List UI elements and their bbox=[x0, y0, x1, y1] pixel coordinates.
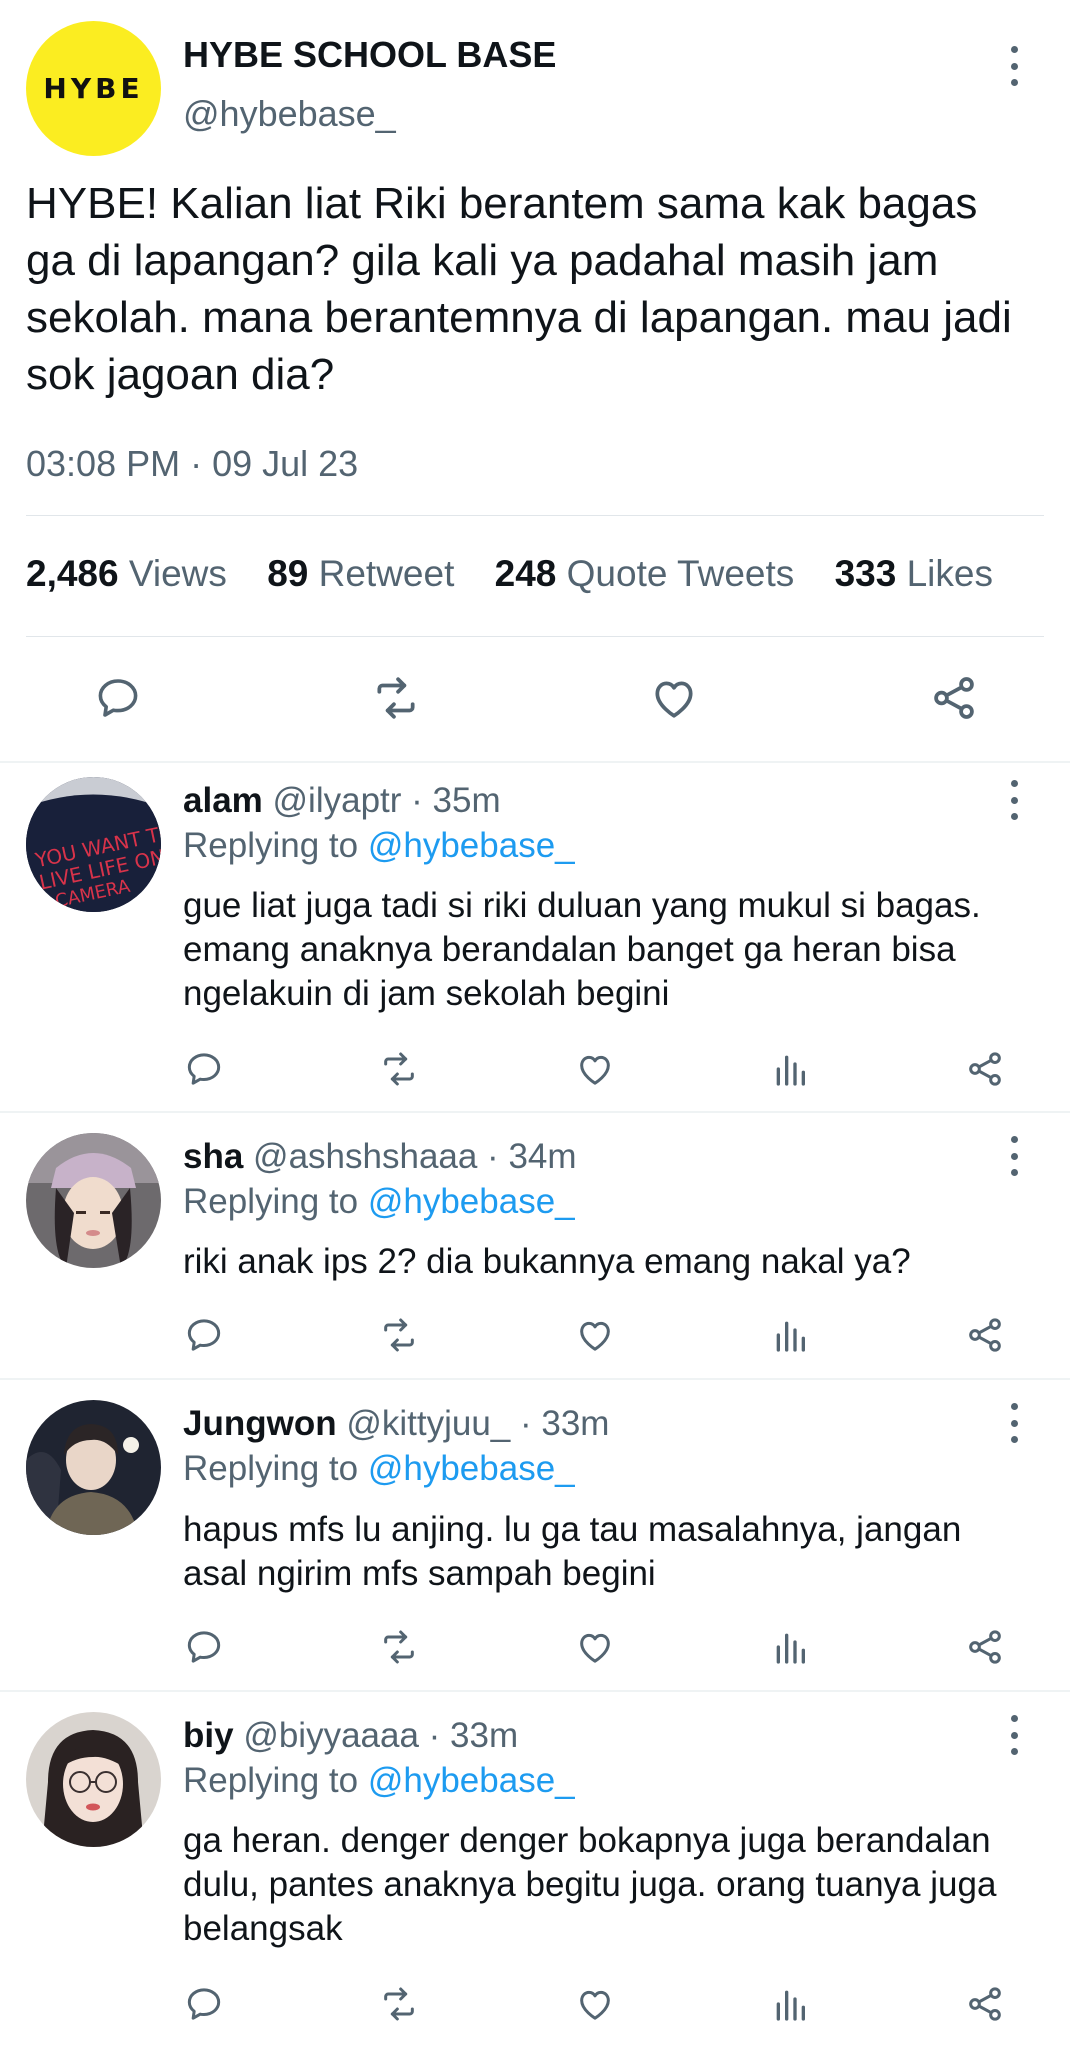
author-name[interactable]: HYBE SCHOOL BASE bbox=[183, 34, 556, 76]
heart-icon[interactable] bbox=[572, 1982, 618, 2026]
quotes-stat[interactable]: 248 Quote Tweets bbox=[495, 553, 795, 594]
views-stat[interactable]: 2,486 Views bbox=[26, 553, 227, 594]
replying-to-label: Replying to bbox=[183, 1761, 359, 1800]
divider bbox=[0, 1378, 1070, 1380]
mention-link[interactable]: @hybebase_ bbox=[368, 1761, 575, 1800]
reply-header: alam @ilyaptr · 35m bbox=[183, 781, 501, 821]
reply-header: biy @biyyaaaa · 33m bbox=[183, 1716, 518, 1756]
author-handle[interactable]: @hybebase_ bbox=[183, 93, 396, 135]
divider bbox=[0, 761, 1070, 763]
analytics-icon[interactable] bbox=[767, 1982, 813, 2026]
more-vertical-icon[interactable] bbox=[1004, 1403, 1024, 1443]
more-vertical-icon[interactable] bbox=[1004, 1136, 1024, 1176]
likes-stat[interactable]: 333 Likes bbox=[835, 553, 993, 594]
reply-author-name[interactable]: biy bbox=[183, 1716, 234, 1755]
mention-link[interactable]: @hybebase_ bbox=[368, 1182, 575, 1221]
reply-text: ga heran. denger denger bokapnya juga be… bbox=[183, 1821, 997, 1948]
share-icon[interactable] bbox=[962, 1625, 1008, 1669]
more-vertical-icon[interactable] bbox=[1004, 1715, 1024, 1755]
tweet-stats: 2,486 Views 89 Retweet 248 Quote Tweets … bbox=[26, 553, 993, 595]
reply-meta: @biyyaaaa · 33m bbox=[243, 1716, 519, 1755]
reply-text: gue liat juga tadi si riki duluan yang m… bbox=[183, 886, 981, 1013]
heart-icon[interactable] bbox=[572, 1625, 618, 1669]
retweet-icon[interactable] bbox=[374, 1982, 424, 2026]
reply-meta: @kittyjuu_ · 33m bbox=[346, 1404, 610, 1443]
retweet-icon[interactable] bbox=[374, 1625, 424, 1669]
retweet-icon[interactable] bbox=[374, 1047, 424, 1091]
avatar-logo-text: HYBE bbox=[43, 72, 144, 105]
mention-link[interactable]: @hybebase_ bbox=[368, 826, 575, 865]
reply-header: Jungwon @kittyjuu_ · 33m bbox=[183, 1404, 609, 1444]
share-icon[interactable] bbox=[962, 1982, 1008, 2026]
reply-author-name[interactable]: alam bbox=[183, 781, 263, 820]
replying-to-label: Replying to bbox=[183, 1182, 359, 1221]
reply-icon[interactable] bbox=[181, 1313, 227, 1357]
reply-icon[interactable] bbox=[181, 1047, 227, 1091]
retweet-icon[interactable] bbox=[364, 673, 428, 723]
reply-icon[interactable] bbox=[88, 673, 148, 723]
replying-to: Replying to @hybebase_ bbox=[183, 1182, 575, 1222]
replying-to: Replying to @hybebase_ bbox=[183, 826, 575, 866]
tweet-timestamp[interactable]: 03:08 PM · 09 Jul 23 bbox=[26, 443, 358, 485]
reply-text: riki anak ips 2? dia bukannya emang naka… bbox=[183, 1242, 911, 1281]
divider bbox=[0, 1690, 1070, 1692]
heart-icon[interactable] bbox=[572, 1313, 618, 1357]
share-icon[interactable] bbox=[962, 1047, 1008, 1091]
analytics-icon[interactable] bbox=[767, 1625, 813, 1669]
reply-icon[interactable] bbox=[181, 1982, 227, 2026]
more-vertical-icon[interactable] bbox=[1004, 780, 1024, 820]
avatar[interactable]: YOU WANT TO LIVE LIFE ON CAMERA bbox=[26, 777, 161, 912]
reply-icon[interactable] bbox=[181, 1625, 227, 1669]
replying-to-label: Replying to bbox=[183, 1449, 359, 1488]
more-vertical-icon[interactable] bbox=[1004, 46, 1024, 86]
share-icon[interactable] bbox=[924, 673, 984, 723]
heart-icon[interactable] bbox=[644, 673, 704, 723]
tweet-text: HYBE! Kalian liat Riki berantem sama kak… bbox=[26, 179, 1012, 399]
retweet-icon[interactable] bbox=[374, 1313, 424, 1357]
heart-icon[interactable] bbox=[572, 1047, 618, 1091]
divider bbox=[26, 636, 1044, 637]
reply-author-name[interactable]: sha bbox=[183, 1137, 243, 1176]
reply-meta: @ilyaptr · 35m bbox=[272, 781, 501, 820]
share-icon[interactable] bbox=[962, 1313, 1008, 1357]
retweets-stat[interactable]: 89 Retweet bbox=[267, 553, 454, 594]
replying-to: Replying to @hybebase_ bbox=[183, 1449, 575, 1489]
main-avatar[interactable]: HYBE bbox=[26, 21, 161, 156]
replying-to-label: Replying to bbox=[183, 826, 359, 865]
reply-text: hapus mfs lu anjing. lu ga tau masalahny… bbox=[183, 1510, 962, 1593]
analytics-icon[interactable] bbox=[767, 1313, 813, 1357]
analytics-icon[interactable] bbox=[767, 1047, 813, 1091]
reply-meta: @ashshshaaa · 34m bbox=[253, 1137, 577, 1176]
replying-to: Replying to @hybebase_ bbox=[183, 1761, 575, 1801]
reply-header: sha @ashshshaaa · 34m bbox=[183, 1137, 577, 1177]
avatar[interactable] bbox=[26, 1712, 161, 1847]
avatar[interactable] bbox=[26, 1133, 161, 1268]
reply-author-name[interactable]: Jungwon bbox=[183, 1404, 337, 1443]
avatar[interactable] bbox=[26, 1400, 161, 1535]
divider bbox=[0, 1111, 1070, 1113]
divider bbox=[26, 515, 1044, 516]
mention-link[interactable]: @hybebase_ bbox=[368, 1449, 575, 1488]
